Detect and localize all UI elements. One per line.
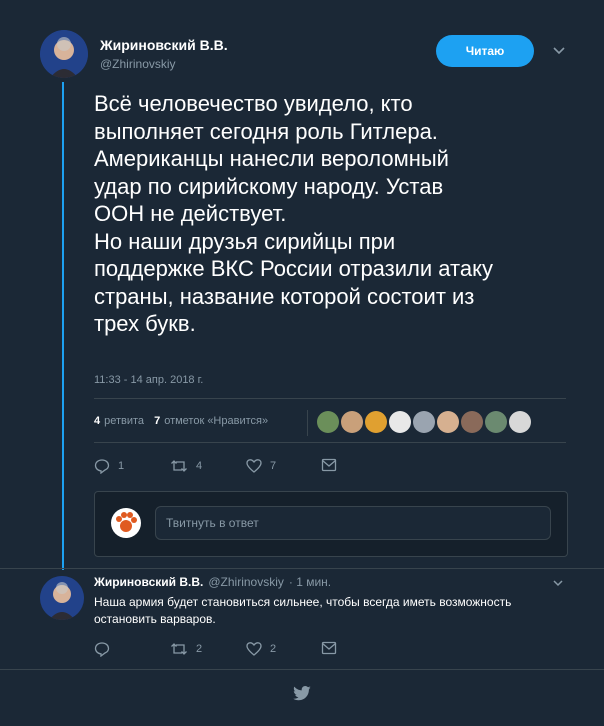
chevron-down-icon[interactable] xyxy=(552,576,564,588)
retweet-icon xyxy=(171,460,187,472)
tweet-text-line: страны, название которой состоит из xyxy=(94,283,475,309)
retweets-count[interactable]: 4 xyxy=(94,415,100,427)
reply-text: Наша армия будет становиться сильнее, чт… xyxy=(94,594,574,628)
twitter-bird-icon[interactable] xyxy=(292,686,312,702)
retweet-icon xyxy=(171,643,187,655)
liker-avatar[interactable] xyxy=(317,411,339,433)
tweet-text-line: удар по сирийскому народу. Устав xyxy=(94,173,444,199)
reply-author-handle[interactable]: @Zhirinovskiy xyxy=(208,575,284,589)
user-avatar xyxy=(111,508,141,538)
liker-avatar[interactable] xyxy=(461,411,483,433)
tweet-stats: 4 ретвита 7 отметок «Нравится» xyxy=(94,415,268,427)
reply-count: 1 xyxy=(118,460,125,472)
reply-tweet-reply-action[interactable] xyxy=(94,641,118,657)
author-name[interactable]: Жириновский В.В. xyxy=(100,37,228,53)
like-action[interactable]: 7 xyxy=(246,458,276,474)
footer-divider xyxy=(0,669,604,670)
like-count: 7 xyxy=(270,460,277,472)
reply-text-line: остановить варваров. xyxy=(94,612,216,626)
likes-label[interactable]: отметок «Нравится» xyxy=(164,415,268,427)
divider xyxy=(94,442,566,443)
liker-avatar[interactable] xyxy=(341,411,363,433)
heart-icon xyxy=(246,642,262,656)
liker-avatar[interactable] xyxy=(485,411,507,433)
reply-icon xyxy=(94,642,110,657)
retweet-action[interactable]: 4 xyxy=(170,458,202,474)
divider xyxy=(94,398,566,399)
reply-icon xyxy=(94,459,110,474)
likes-count[interactable]: 7 xyxy=(154,415,160,427)
tweet-text-line: трех букв. xyxy=(94,311,196,336)
tweet-text-line: выполняет сегодня роль Гитлера. xyxy=(94,118,438,144)
reply-action[interactable]: 1 xyxy=(94,458,124,474)
liker-avatars xyxy=(317,411,533,433)
reply-tweet-retweet-count: 2 xyxy=(196,643,203,655)
reply-time[interactable]: · 1 мин. xyxy=(289,575,331,589)
envelope-icon xyxy=(321,458,337,472)
retweets-label[interactable]: ретвита xyxy=(104,415,144,427)
reply-tweet-like-action[interactable]: 2 xyxy=(246,641,276,657)
reply-input[interactable]: Твитнуть в ответ xyxy=(155,506,551,540)
author-handle[interactable]: @Zhirinovskiy xyxy=(100,57,176,71)
tweet-text: Всё человечество увидело, кто выполняет … xyxy=(94,90,584,338)
liker-avatar[interactable] xyxy=(437,411,459,433)
reply-header: Жириновский В.В. @Zhirinovskiy · 1 мин. xyxy=(94,575,331,589)
message-action[interactable] xyxy=(321,458,337,472)
chevron-down-icon[interactable] xyxy=(552,43,566,57)
retweet-count: 4 xyxy=(196,460,203,472)
liker-avatar[interactable] xyxy=(509,411,531,433)
tweet-text-line: поддержке ВКС России отразили атаку xyxy=(94,256,493,281)
reply-text-line: Наша армия будет становиться сильнее, чт… xyxy=(94,595,512,609)
tweet-text-line: ООН не действует. xyxy=(94,201,287,226)
follow-button[interactable]: Читаю xyxy=(436,35,534,67)
tweet-timestamp[interactable]: 11:33 - 14 апр. 2018 г. xyxy=(94,374,203,386)
stats-separator xyxy=(307,410,308,436)
divider xyxy=(0,568,604,569)
reply-tweet-message-action[interactable] xyxy=(321,641,337,655)
liker-avatar[interactable] xyxy=(365,411,387,433)
tweet-text-line: Всё человечество увидело, кто xyxy=(94,91,413,116)
reply-tweet-retweet-action[interactable]: 2 xyxy=(170,641,202,657)
reply-author-avatar[interactable] xyxy=(40,576,84,620)
tweet-text-line: Но наши друзья сирийцы при xyxy=(94,228,396,254)
reply-composer: Твитнуть в ответ xyxy=(94,491,568,557)
reply-author-name[interactable]: Жириновский В.В. xyxy=(94,575,203,589)
reply-tweet-like-count: 2 xyxy=(270,643,277,655)
heart-icon xyxy=(246,459,262,473)
envelope-icon xyxy=(321,641,337,655)
thread-line xyxy=(62,82,64,570)
liker-avatar[interactable] xyxy=(413,411,435,433)
liker-avatar[interactable] xyxy=(389,411,411,433)
tweet-text-line: Американцы нанесли вероломный xyxy=(94,146,449,171)
author-avatar[interactable] xyxy=(40,30,88,78)
